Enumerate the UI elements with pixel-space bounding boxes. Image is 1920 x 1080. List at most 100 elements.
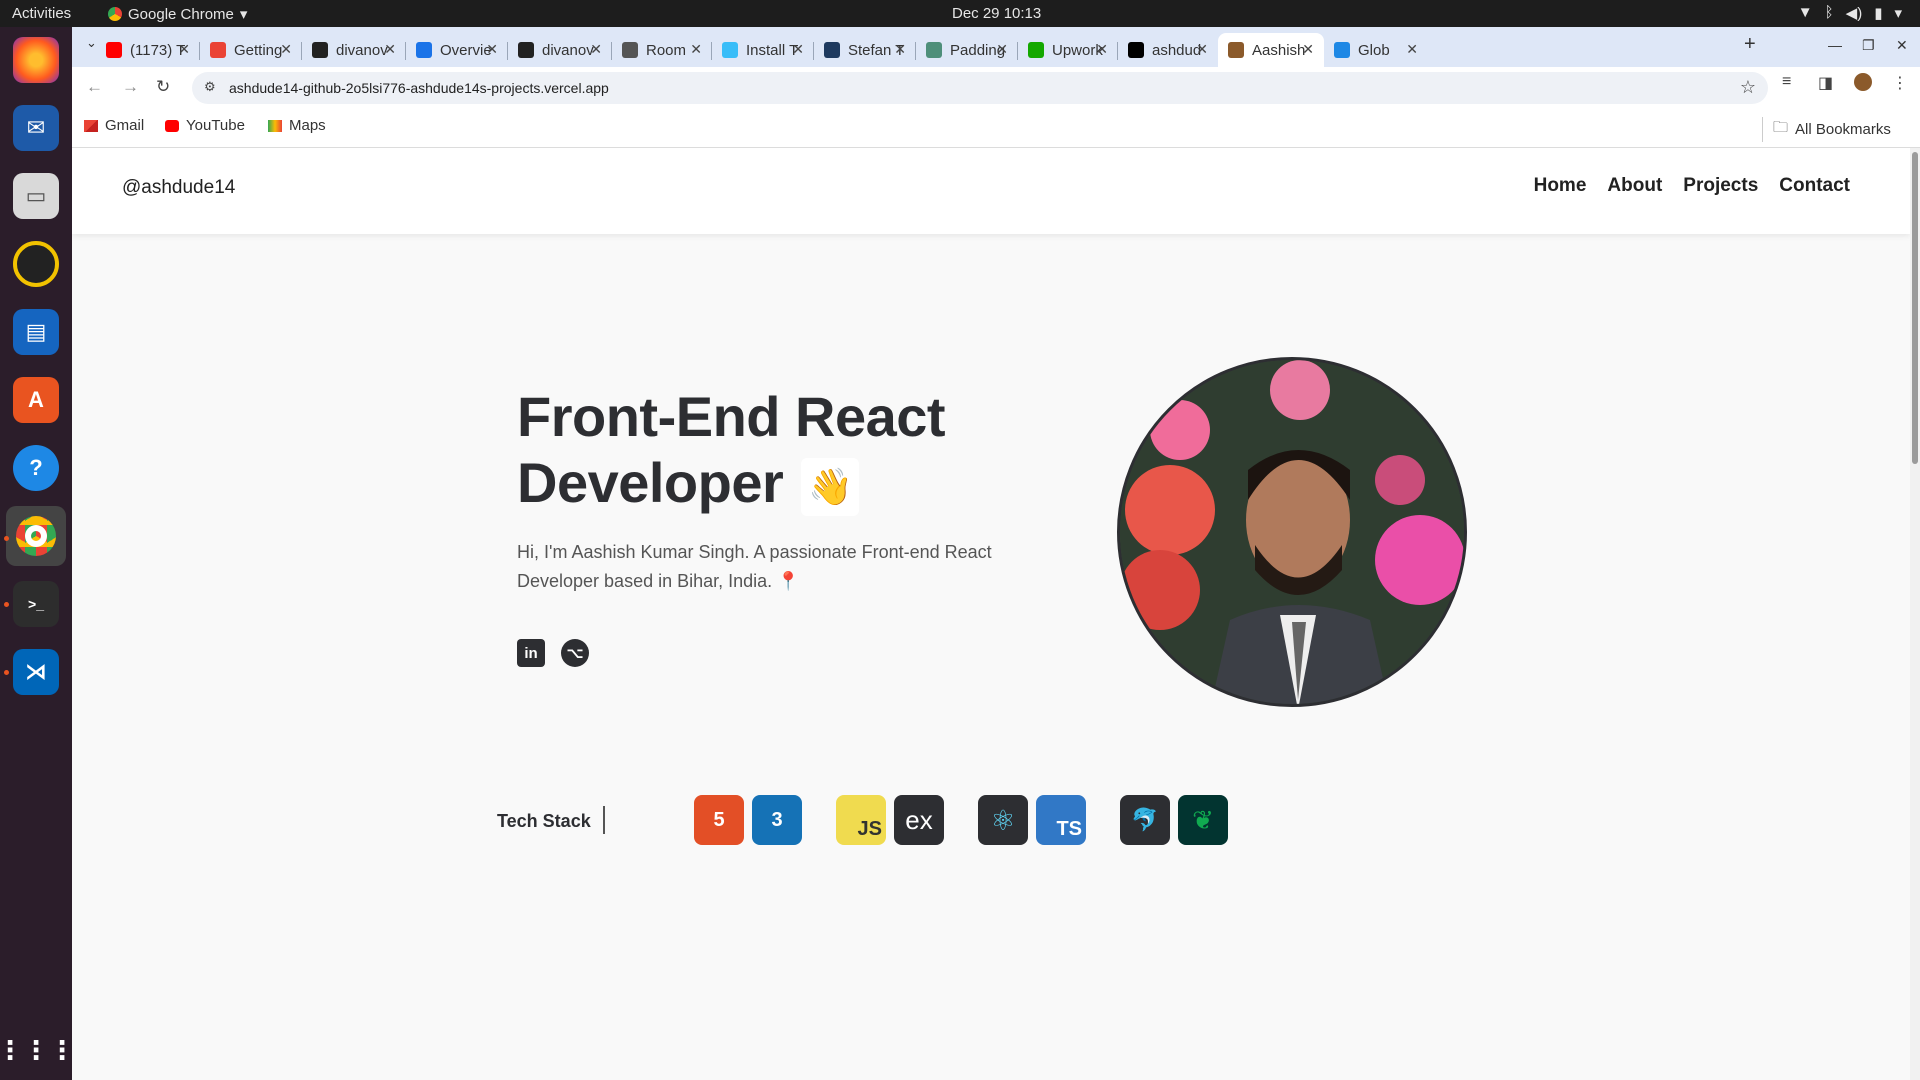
close-tab-icon[interactable]: ✕ <box>1096 41 1108 58</box>
tab[interactable]: Stefan T ✕ <box>814 33 916 67</box>
all-bookmarks-button[interactable]: 🗀 All Bookmarks <box>1762 117 1891 142</box>
favicon-icon <box>416 42 432 58</box>
restore-button[interactable]: ❐ <box>1862 37 1875 54</box>
web-page: @ashdude14 Home About Projects Contact F… <box>72 148 1910 1080</box>
favicon-icon <box>1228 42 1244 58</box>
tab[interactable]: Install T ✕ <box>712 33 814 67</box>
close-tab-icon[interactable]: ✕ <box>178 41 190 58</box>
side-panel-icon[interactable]: ◨ <box>1818 73 1833 93</box>
youtube-icon <box>165 119 179 132</box>
app-center-icon[interactable]: A <box>13 377 59 423</box>
close-tab-icon[interactable]: ✕ <box>690 41 702 58</box>
tab[interactable]: Aashish ✕ <box>1218 33 1324 67</box>
reload-icon[interactable]: ↻ <box>156 77 170 97</box>
volume-icon: ◀) <box>1845 5 1863 22</box>
close-tab-icon[interactable]: ✕ <box>486 41 498 58</box>
scrollbar-thumb[interactable] <box>1912 152 1918 464</box>
more-menu-icon[interactable]: ⋮ <box>1892 73 1908 93</box>
tab[interactable]: Overvie ✕ <box>406 33 508 67</box>
bookmark-gmail[interactable]: Gmail <box>84 117 144 134</box>
tab[interactable]: ashdud ✕ <box>1118 33 1218 67</box>
tab[interactable]: Glob ✕ <box>1324 33 1428 67</box>
tab[interactable]: Getting ✕ <box>200 33 302 67</box>
files-icon[interactable]: ▭ <box>13 173 59 219</box>
bookmark-star-icon[interactable]: ☆ <box>1740 77 1756 98</box>
media-controls-icon[interactable]: ≡ <box>1782 73 1791 91</box>
tech-stack-divider <box>603 806 605 834</box>
running-indicator <box>4 602 9 607</box>
tab[interactable]: Padding ✕ <box>916 33 1018 67</box>
dock: ✉ ▭ ▤ A ? >_ ⋊ ⋮⋮⋮ <box>0 27 75 1080</box>
clock[interactable]: Dec 29 10:13 <box>952 5 1041 22</box>
running-indicator <box>4 536 9 541</box>
close-tab-icon[interactable]: ✕ <box>894 41 906 58</box>
close-tab-icon[interactable]: ✕ <box>384 41 396 58</box>
omnibox[interactable]: ⚙ ashdude14-github-2o5lsi776-ashdude14s-… <box>192 72 1768 104</box>
minimize-button[interactable]: — <box>1828 37 1842 53</box>
forward-icon[interactable]: → <box>122 77 139 97</box>
waving-hand-icon: 👋 <box>801 458 860 517</box>
css3-icon: 3 <box>752 795 802 845</box>
favicon-icon <box>1334 42 1350 58</box>
thunderbird-icon[interactable]: ✉ <box>13 105 59 151</box>
bookmark-label: Gmail <box>105 117 145 134</box>
linkedin-icon[interactable]: in <box>517 639 545 667</box>
new-tab-button[interactable]: + <box>1744 33 1756 56</box>
activities-button[interactable]: Activities <box>12 5 71 22</box>
favicon-icon <box>722 42 738 58</box>
nav-contact[interactable]: Contact <box>1779 175 1850 197</box>
system-tray[interactable]: ▼ ᛒ ◀) ▮ ▾ <box>1798 4 1902 22</box>
firefox-icon[interactable] <box>13 37 59 83</box>
help-icon[interactable]: ? <box>13 445 59 491</box>
profile-photo <box>1117 357 1467 707</box>
tab-title: ashdud <box>1152 41 1202 59</box>
mysql-icon: 🐬 <box>1120 795 1170 845</box>
app-menu[interactable]: Google Chrome ▾ <box>108 5 247 23</box>
tab[interactable]: (1173) T ✕ <box>96 33 200 67</box>
writer-icon[interactable]: ▤ <box>13 309 59 355</box>
hero-title: Front-End React Developer 👋 <box>517 384 946 517</box>
close-tab-icon[interactable]: ✕ <box>1406 41 1418 58</box>
close-tab-icon[interactable]: ✕ <box>996 41 1008 58</box>
bookmark-youtube[interactable]: YouTube <box>165 117 245 134</box>
terminal-icon[interactable]: >_ <box>13 581 59 627</box>
express-icon: ex <box>894 795 944 845</box>
nav-projects[interactable]: Projects <box>1683 175 1758 197</box>
tab[interactable]: Upwork ✕ <box>1018 33 1118 67</box>
tab[interactable]: Room ✕ <box>612 33 712 67</box>
favicon-icon <box>1128 42 1144 58</box>
vscode-icon[interactable]: ⋊ <box>13 649 59 695</box>
tech-stack-label: Tech Stack <box>497 811 591 831</box>
bookmarks-bar: Gmail YouTube Maps 🗀 All Bookmarks <box>72 107 1920 148</box>
rhythmbox-icon[interactable] <box>13 241 59 287</box>
wifi-icon: ▼ <box>1797 4 1813 21</box>
nav-about[interactable]: About <box>1607 175 1662 197</box>
chrome-dock-icon[interactable] <box>6 506 66 566</box>
favicon-icon <box>926 42 942 58</box>
tab[interactable]: divanov ✕ <box>302 33 406 67</box>
nav-home[interactable]: Home <box>1534 175 1587 197</box>
url-text[interactable]: ashdude14-github-2o5lsi776-ashdude14s-pr… <box>229 80 609 96</box>
close-window-button[interactable]: ✕ <box>1896 37 1908 54</box>
bookmark-maps[interactable]: Maps <box>268 117 326 134</box>
github-icon[interactable]: ⌥ <box>561 639 589 667</box>
folder-icon: 🗀 <box>1773 119 1789 136</box>
social-links: in ⌥ <box>517 639 589 667</box>
close-tab-icon[interactable]: ✕ <box>792 41 804 58</box>
tab-title: Upwork <box>1052 41 1103 59</box>
hero-title-line2: Developer <box>517 451 784 514</box>
favicon-icon <box>518 42 534 58</box>
tab[interactable]: divanov ✕ <box>508 33 612 67</box>
all-bookmarks-label: All Bookmarks <box>1795 121 1891 138</box>
close-tab-icon[interactable]: ✕ <box>590 41 602 58</box>
app-grid-icon[interactable]: ⋮⋮⋮ <box>0 1027 75 1073</box>
close-tab-icon[interactable]: ✕ <box>280 41 292 58</box>
close-tab-icon[interactable]: ✕ <box>1302 41 1314 58</box>
close-tab-icon[interactable]: ✕ <box>1196 41 1208 58</box>
favicon-icon <box>210 42 226 58</box>
site-info-icon[interactable]: ⚙ <box>204 79 216 95</box>
favicon-icon <box>622 42 638 58</box>
site-logo[interactable]: @ashdude14 <box>122 177 235 199</box>
profile-avatar[interactable] <box>1854 73 1872 91</box>
back-icon[interactable]: ← <box>86 77 103 97</box>
